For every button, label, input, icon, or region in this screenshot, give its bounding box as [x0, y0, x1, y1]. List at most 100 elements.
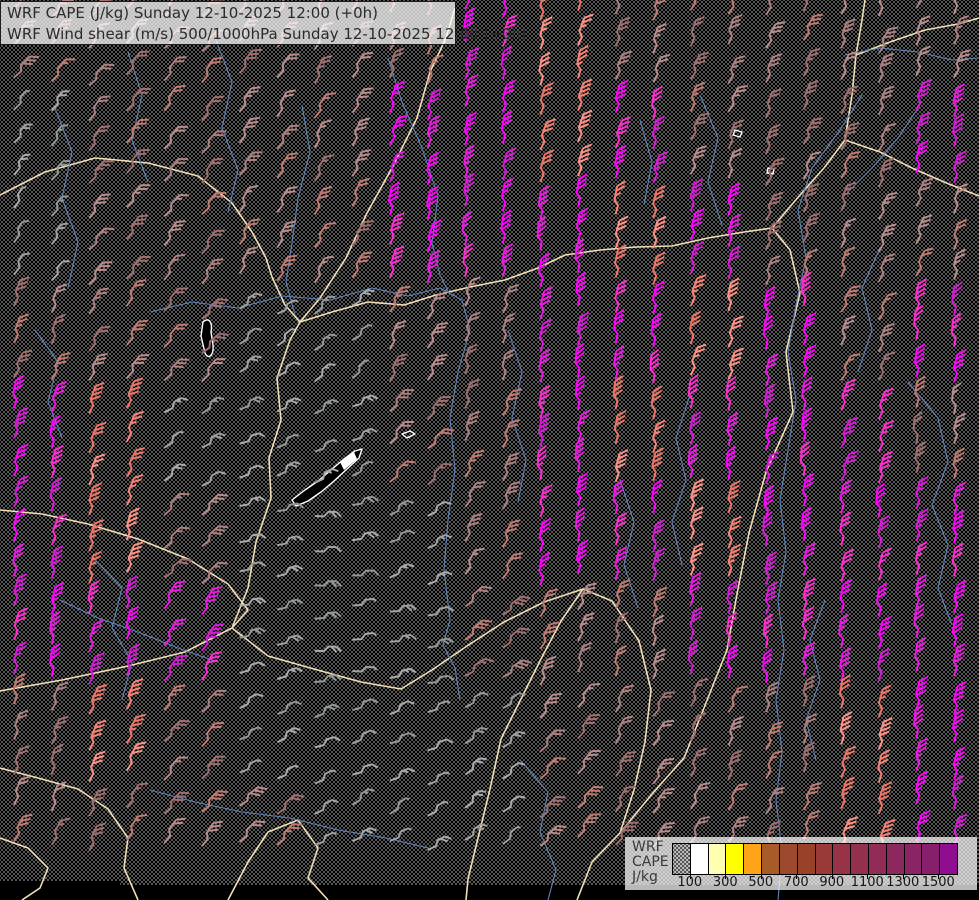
wind-barb — [763, 286, 776, 321]
wind-barb — [613, 309, 625, 344]
wind-barb — [13, 813, 33, 842]
wind-barb — [652, 586, 668, 617]
wind-barb — [12, 542, 25, 577]
wind-barb — [538, 517, 552, 552]
wind-barb — [765, 220, 783, 250]
wind-barb — [915, 508, 929, 542]
wind-barb — [389, 320, 407, 350]
wind-barb — [276, 634, 304, 646]
wind-barb — [802, 312, 817, 346]
wind-barb — [125, 575, 138, 609]
wind-barb — [802, 248, 818, 279]
wind-barb — [839, 479, 852, 514]
wind-barb — [427, 674, 455, 684]
wind-barb — [501, 388, 522, 416]
wind-barb — [464, 276, 481, 307]
wind-barb — [764, 353, 779, 387]
wind-barb — [314, 703, 340, 719]
legend-swatch — [921, 844, 940, 874]
wind-barb — [314, 295, 336, 315]
wind-barb — [613, 345, 625, 380]
wind-barb — [802, 212, 820, 242]
wind-barb — [727, 782, 748, 811]
wind-barb — [762, 648, 773, 684]
wind-barb — [689, 145, 708, 175]
wind-barb — [389, 499, 414, 516]
wind-barb — [802, 675, 816, 707]
wind-barb — [163, 84, 186, 112]
wind-barb — [276, 152, 298, 179]
wind-barb — [536, 215, 547, 251]
wind-barb — [125, 605, 140, 640]
wind-barb — [50, 283, 68, 314]
wind-barb — [49, 414, 62, 449]
wind-barb — [840, 745, 857, 779]
legend-swatch — [707, 844, 726, 874]
wind-barb — [461, 210, 472, 246]
wind-barb — [840, 416, 859, 449]
small-lake-1 — [732, 129, 743, 138]
wind-barb — [389, 245, 405, 278]
wind-barb — [952, 412, 966, 444]
wind-barb — [314, 546, 342, 553]
wind-barb — [800, 507, 812, 542]
wind-barb — [313, 119, 332, 149]
wind-barb — [389, 80, 405, 114]
wind-barb — [88, 684, 108, 715]
wind-barb — [49, 477, 62, 512]
wind-barb — [914, 541, 928, 575]
wind-barb — [802, 782, 822, 811]
wind-barb — [577, 143, 592, 177]
wind-barb — [201, 470, 226, 487]
wind-barb — [913, 704, 924, 739]
title-cape-line: WRF CAPE (J/kg) Sunday 12-10-2025 12:00 … — [7, 4, 378, 22]
wind-barb — [577, 683, 601, 708]
legend-swatch — [778, 844, 797, 874]
wind-barb — [277, 535, 304, 547]
wind-barb — [952, 83, 966, 117]
wind-barb — [915, 214, 933, 244]
wind-barb — [314, 674, 342, 683]
wind-barb — [877, 781, 893, 815]
wind-barb — [877, 514, 890, 549]
wind-barb — [88, 63, 115, 87]
wind-barb — [464, 823, 488, 841]
wind-barb — [126, 214, 149, 241]
wind-barb — [163, 220, 186, 247]
wind-barb — [652, 719, 674, 747]
wind-barb — [351, 87, 374, 114]
wind-barb — [652, 53, 671, 83]
wind-barb — [389, 563, 415, 579]
wind-barb — [163, 430, 184, 449]
wind-barb — [238, 184, 259, 213]
wind-barb — [201, 95, 224, 122]
wind-barb — [538, 318, 552, 353]
wind-barb — [276, 53, 300, 79]
wind-barb — [501, 419, 520, 449]
wind-barb — [952, 642, 966, 677]
wind-barb — [464, 378, 480, 409]
country-borders — [0, 0, 979, 900]
wind-barb — [915, 247, 934, 277]
wind-barb — [314, 580, 342, 588]
wind-barb — [427, 771, 450, 786]
wind-barb — [351, 288, 375, 307]
wind-barb — [239, 759, 262, 774]
wind-barb — [574, 238, 585, 273]
wind-barb — [840, 315, 856, 346]
wind-barb — [163, 719, 190, 743]
wind-barb — [163, 756, 188, 781]
wind-barb — [276, 667, 303, 680]
wind-barb — [351, 220, 374, 247]
wind-barb — [539, 149, 554, 183]
wind-barb — [838, 613, 850, 648]
wind-barb — [464, 657, 495, 677]
wind-barb — [502, 595, 531, 616]
wind-barb — [652, 251, 666, 285]
wind-barb — [577, 13, 594, 46]
wind-barb — [125, 541, 144, 573]
wind-barb — [915, 79, 932, 112]
wind-barb — [427, 570, 453, 586]
wind-barb — [427, 428, 455, 450]
wind-barb — [915, 0, 934, 9]
